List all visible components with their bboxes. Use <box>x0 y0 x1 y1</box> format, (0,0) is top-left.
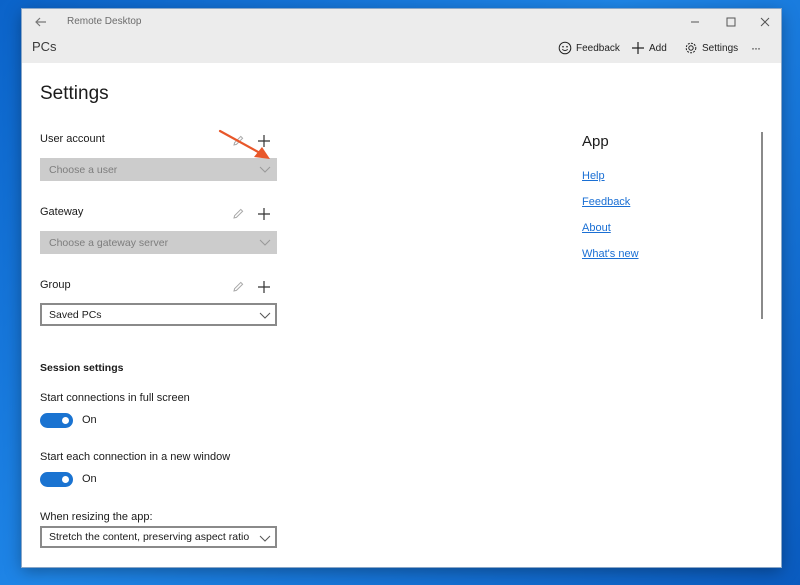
back-button[interactable] <box>32 13 50 31</box>
settings-button[interactable]: Settings <box>684 40 738 56</box>
smiley-icon <box>558 41 572 55</box>
settings-content: Settings User account Choose a user Gate… <box>22 63 781 567</box>
chevron-down-icon <box>259 239 271 246</box>
close-icon <box>760 17 770 27</box>
full-screen-state: On <box>82 414 97 426</box>
plus-icon <box>258 281 270 293</box>
new-window-label: Start each connection in a new window <box>40 451 231 463</box>
user-account-label: User account <box>40 133 105 145</box>
remote-desktop-window: Remote Desktop PCs Feedback Add Settings… <box>22 9 781 567</box>
gateway-select[interactable]: Choose a gateway server <box>40 231 277 254</box>
full-screen-label: Start connections in full screen <box>40 392 190 404</box>
more-options-button[interactable]: ··· <box>751 40 761 56</box>
back-arrow-icon <box>35 17 46 27</box>
feedback-link[interactable]: Feedback <box>582 196 630 208</box>
annotation-arrow-icon <box>218 129 270 159</box>
new-window-toggle[interactable] <box>40 472 73 487</box>
add-button[interactable]: Add <box>631 40 667 56</box>
settings-title: Settings <box>40 83 109 104</box>
pencil-icon <box>233 208 244 219</box>
add-label: Add <box>649 42 667 54</box>
toggle-knob <box>62 417 69 424</box>
maximize-icon <box>726 17 736 27</box>
app-heading: App <box>582 133 609 150</box>
resizing-label: When resizing the app: <box>40 511 153 523</box>
resizing-select[interactable]: Stretch the content, preserving aspect r… <box>40 526 277 548</box>
chevron-down-icon <box>259 312 271 319</box>
edit-group-button[interactable] <box>230 279 246 295</box>
maximize-button[interactable] <box>718 11 744 33</box>
help-link[interactable]: Help <box>582 170 605 182</box>
app-title: Remote Desktop <box>67 16 142 27</box>
whats-new-link[interactable]: What's new <box>582 248 639 260</box>
about-link[interactable]: About <box>582 222 611 234</box>
toggle-knob <box>62 476 69 483</box>
gateway-label: Gateway <box>40 206 84 218</box>
add-group-button[interactable] <box>256 279 272 295</box>
gear-icon <box>685 42 697 54</box>
group-label: Group <box>40 279 71 291</box>
plus-icon <box>258 208 270 220</box>
chevron-down-icon <box>259 166 271 173</box>
close-button[interactable] <box>752 11 778 33</box>
chevron-down-icon <box>259 535 271 542</box>
new-window-state: On <box>82 473 97 485</box>
full-screen-toggle[interactable] <box>40 413 73 428</box>
edit-gateway-button[interactable] <box>230 206 246 222</box>
feedback-button[interactable]: Feedback <box>558 40 620 56</box>
more-options-label: ··· <box>751 41 761 55</box>
group-value: Saved PCs <box>49 308 102 321</box>
session-settings-heading: Session settings <box>40 362 124 374</box>
user-account-placeholder: Choose a user <box>49 163 118 176</box>
minimize-icon <box>691 21 699 23</box>
plus-icon <box>632 42 644 54</box>
settings-label: Settings <box>702 42 739 54</box>
title-bar: Remote Desktop PCs Feedback Add Settings… <box>22 9 781 63</box>
scrollbar[interactable] <box>761 132 763 319</box>
resizing-value: Stretch the content, preserving aspect r… <box>49 531 250 543</box>
feedback-label: Feedback <box>576 42 620 54</box>
gateway-placeholder: Choose a gateway server <box>49 236 169 249</box>
page-header: PCs <box>32 39 57 54</box>
group-select[interactable]: Saved PCs <box>40 303 277 326</box>
add-gateway-button[interactable] <box>256 206 272 222</box>
pencil-icon <box>233 281 244 292</box>
minimize-button[interactable] <box>682 11 708 33</box>
